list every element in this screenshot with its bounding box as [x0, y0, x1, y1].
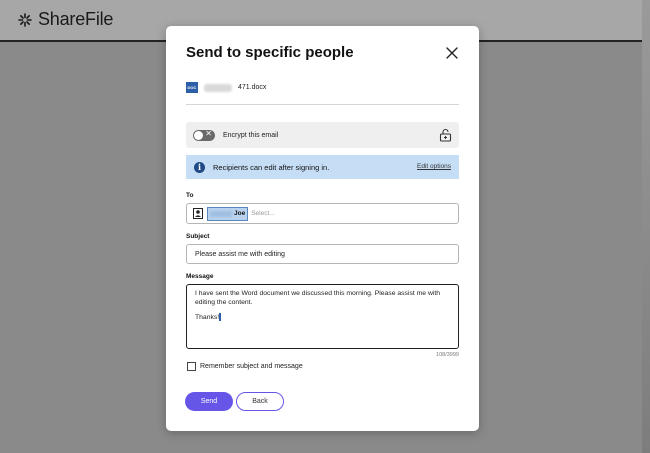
- sharefile-logo-icon: [18, 12, 32, 27]
- redacted-recipient-prefix: [210, 210, 232, 217]
- info-icon: i: [194, 161, 205, 173]
- scrollbar[interactable]: [642, 0, 650, 453]
- file-name: 471.docx: [238, 84, 267, 91]
- subject-value: Please assist me with editing: [195, 250, 285, 258]
- info-text: Recipients can edit after signing in.: [213, 162, 330, 172]
- divider: [186, 104, 459, 105]
- sharefile-logo[interactable]: ShareFile: [18, 9, 113, 30]
- message-textarea[interactable]: I have sent the Word document we discuss…: [186, 284, 459, 349]
- toggle-knob: [194, 130, 203, 140]
- close-button[interactable]: [445, 46, 459, 60]
- message-thanks-text: Thanks!: [195, 313, 220, 321]
- edit-options-link[interactable]: Edit options: [417, 163, 451, 170]
- to-label: To: [186, 192, 194, 199]
- subject-label: Subject: [186, 233, 210, 240]
- send-button[interactable]: Send: [185, 392, 233, 411]
- remember-label[interactable]: Remember subject and message: [200, 363, 303, 370]
- toggle-off-icon: ✕: [205, 128, 212, 138]
- subject-input[interactable]: Please assist me with editing: [186, 244, 459, 264]
- to-field[interactable]: Joe Select...: [186, 203, 459, 224]
- encrypt-toggle[interactable]: ✕: [193, 128, 215, 141]
- recipient-chip[interactable]: Joe: [207, 206, 249, 221]
- close-icon: [446, 47, 458, 59]
- encrypt-label: Encrypt this email: [223, 131, 279, 139]
- back-button[interactable]: Back: [236, 392, 284, 411]
- send-dialog: Send to specific people DOC 471.docx ✕ E…: [166, 26, 479, 431]
- text-cursor: [219, 313, 221, 321]
- remember-row: Remember subject and message: [187, 362, 303, 371]
- info-banner: i Recipients can edit after signing in. …: [186, 155, 459, 179]
- message-label: Message: [186, 273, 214, 280]
- encrypt-row: ✕ Encrypt this email: [186, 122, 459, 148]
- message-line-2: Thanks!: [195, 313, 450, 322]
- redacted-filename-prefix: [204, 83, 232, 92]
- dialog-title: Send to specific people: [186, 44, 354, 61]
- file-row: DOC 471.docx: [186, 82, 266, 93]
- contact-icon[interactable]: [193, 208, 203, 219]
- doc-file-icon: DOC: [186, 82, 198, 93]
- remember-checkbox[interactable]: [187, 362, 196, 371]
- recipient-name: Joe: [234, 210, 246, 217]
- message-line-1: I have sent the Word document we discuss…: [195, 290, 441, 306]
- character-counter: 108/3999: [436, 352, 459, 358]
- lock-icon: [439, 128, 452, 142]
- logo-text: ShareFile: [38, 9, 114, 29]
- recipient-select-placeholder[interactable]: Select...: [251, 210, 274, 217]
